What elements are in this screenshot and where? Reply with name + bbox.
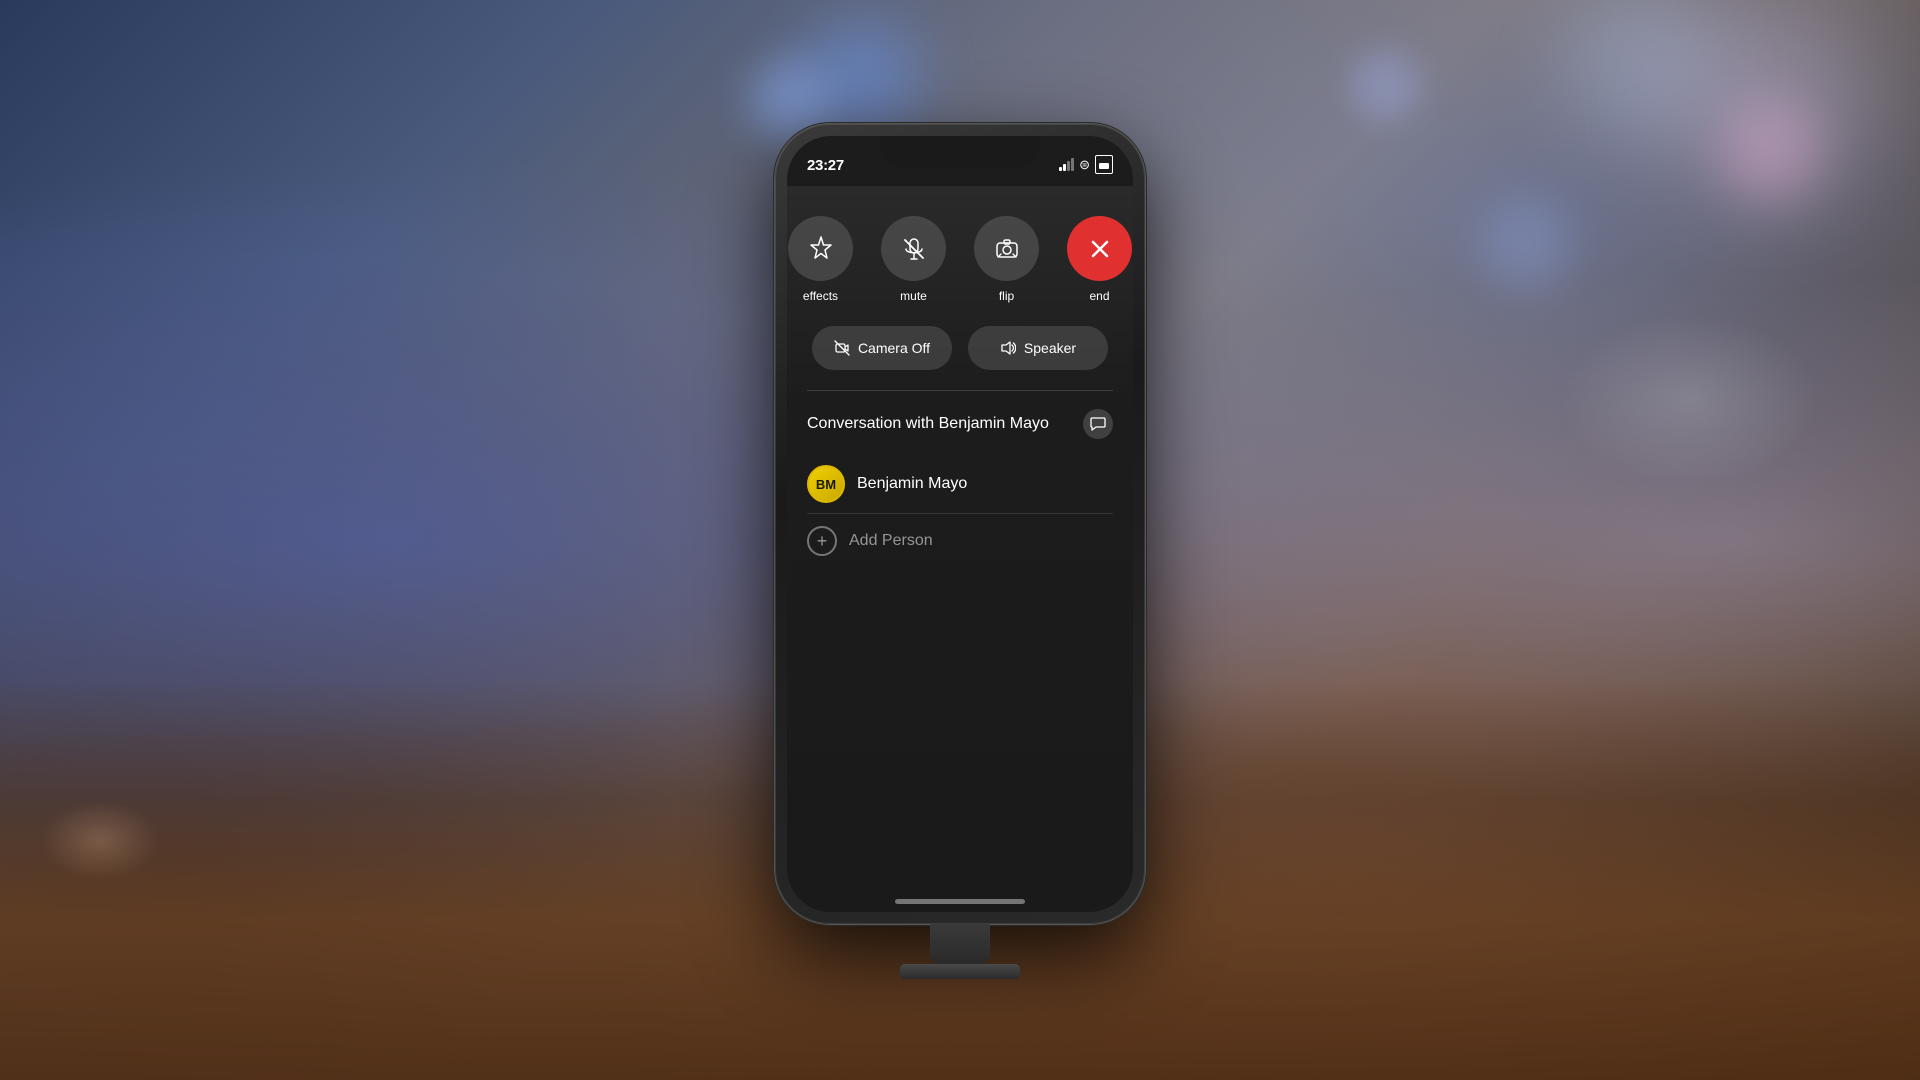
plus-icon: + xyxy=(817,531,828,552)
speaker-label: Speaker xyxy=(1024,340,1076,356)
camera-off-label: Camera Off xyxy=(858,340,930,356)
phone-device: 23:27 ⊜ xyxy=(775,124,1145,924)
phone-stand xyxy=(930,924,990,964)
add-person-label: Add Person xyxy=(849,532,933,550)
flip-circle xyxy=(974,216,1039,281)
flip-label: flip xyxy=(999,289,1014,303)
phone-base xyxy=(900,964,1020,979)
avatar: BM xyxy=(807,465,845,503)
shoe-hint xyxy=(1540,300,1840,500)
add-person-row[interactable]: + Add Person xyxy=(807,514,1113,568)
call-ui: effects mute xyxy=(787,186,1133,912)
end-icon xyxy=(1089,238,1111,260)
mute-icon xyxy=(900,235,928,263)
wifi-icon: ⊜ xyxy=(1079,157,1090,173)
flip-icon xyxy=(993,235,1021,263)
effects-button[interactable]: effects xyxy=(788,216,853,303)
effects-circle xyxy=(788,216,853,281)
conversation-header: Conversation with Benjamin Mayo xyxy=(807,409,1113,439)
effects-icon xyxy=(807,235,835,263)
speaker-button[interactable]: Speaker xyxy=(968,326,1108,370)
mute-label: mute xyxy=(900,289,927,303)
message-bubble-icon xyxy=(1090,416,1106,432)
conversation-section: Conversation with Benjamin Mayo BM Benja… xyxy=(787,391,1133,586)
effects-label: effects xyxy=(803,289,838,303)
camera-off-icon xyxy=(834,340,850,356)
message-button[interactable] xyxy=(1083,409,1113,439)
add-person-circle: + xyxy=(807,526,837,556)
conversation-title: Conversation with Benjamin Mayo xyxy=(807,415,1049,433)
home-indicator xyxy=(895,899,1025,904)
bokeh-circle-6 xyxy=(1480,200,1570,290)
speaker-icon xyxy=(1000,340,1016,356)
bokeh-circle-7 xyxy=(1350,50,1420,120)
end-button[interactable]: end xyxy=(1067,216,1132,303)
status-icons: ⊜ xyxy=(1059,155,1113,174)
hand-hint xyxy=(40,800,160,880)
phone-screen: 23:27 ⊜ xyxy=(787,136,1133,912)
battery-icon xyxy=(1095,155,1113,174)
phone-body: 23:27 ⊜ xyxy=(775,124,1145,924)
flip-button[interactable]: flip xyxy=(974,216,1039,303)
notch xyxy=(880,136,1040,168)
controls-row: effects mute xyxy=(787,186,1133,318)
contact-row: BM Benjamin Mayo xyxy=(807,455,1113,514)
signal-bars xyxy=(1059,158,1074,171)
end-label: end xyxy=(1089,289,1109,303)
status-time: 23:27 xyxy=(807,157,844,174)
contact-name: Benjamin Mayo xyxy=(857,475,967,493)
camera-off-button[interactable]: Camera Off xyxy=(812,326,952,370)
secondary-row: Camera Off Speaker xyxy=(787,318,1133,390)
mute-button[interactable]: mute xyxy=(881,216,946,303)
end-circle xyxy=(1067,216,1132,281)
avatar-initials: BM xyxy=(816,477,836,492)
mute-circle xyxy=(881,216,946,281)
bokeh-circle-5 xyxy=(1670,0,1870,200)
